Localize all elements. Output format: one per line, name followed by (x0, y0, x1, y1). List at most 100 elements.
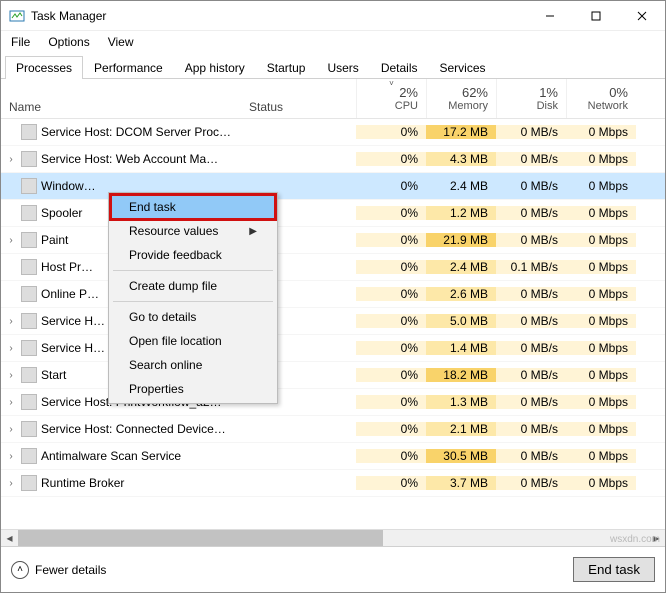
context-menu-label: Create dump file (129, 279, 217, 293)
process-name: Start (41, 368, 66, 382)
memory-cell: 2.1 MB (426, 422, 496, 436)
horizontal-scrollbar[interactable]: ◂ ▸ (1, 529, 665, 546)
menu-file[interactable]: File (11, 35, 30, 49)
cpu-cell: 0% (356, 233, 426, 247)
scroll-left-button[interactable]: ◂ (1, 530, 18, 546)
process-icon (21, 151, 37, 167)
expand-icon[interactable]: › (5, 343, 17, 354)
context-menu[interactable]: End taskResource values▶Provide feedback… (108, 192, 278, 404)
disk-cell: 0 MB/s (496, 152, 566, 166)
scroll-thumb[interactable] (18, 530, 383, 546)
memory-cell: 1.3 MB (426, 395, 496, 409)
col-header-cpu[interactable]: ˅ 2% CPU (356, 79, 426, 118)
expand-icon[interactable]: › (5, 478, 17, 489)
fewer-details-label: Fewer details (35, 563, 106, 577)
col-header-name[interactable]: Name (1, 79, 241, 118)
process-row[interactable]: ›Service H…0%5.0 MB0 MB/s0 Mbps (1, 308, 665, 335)
process-row[interactable]: ›Service Host: Connected Device…0%2.1 MB… (1, 416, 665, 443)
process-icon (21, 313, 37, 329)
context-menu-item[interactable]: Provide feedback (111, 243, 275, 267)
tab-details[interactable]: Details (370, 56, 429, 79)
close-button[interactable] (619, 1, 665, 31)
menu-view[interactable]: View (108, 35, 134, 49)
context-menu-item[interactable]: Open file location (111, 329, 275, 353)
cpu-cell: 0% (356, 449, 426, 463)
tab-startup[interactable]: Startup (256, 56, 317, 79)
process-name: Spooler (41, 206, 82, 220)
maximize-button[interactable] (573, 1, 619, 31)
context-menu-item[interactable]: Create dump file (111, 274, 275, 298)
process-name: Service H… (41, 314, 105, 328)
col-header-memory[interactable]: 62% Memory (426, 79, 496, 118)
expand-icon[interactable]: › (5, 424, 17, 435)
cpu-cell: 0% (356, 179, 426, 193)
cpu-cell: 0% (356, 152, 426, 166)
minimize-button[interactable] (527, 1, 573, 31)
process-icon (21, 421, 37, 437)
memory-cell: 5.0 MB (426, 314, 496, 328)
context-menu-label: Search online (129, 358, 202, 372)
process-row[interactable]: Window…0%2.4 MB0 MB/s0 Mbps (1, 173, 665, 200)
memory-cell: 17.2 MB (426, 125, 496, 139)
context-menu-item[interactable]: Properties (111, 377, 275, 401)
process-row[interactable]: ›Paint0%21.9 MB0 MB/s0 Mbps (1, 227, 665, 254)
tab-users[interactable]: Users (316, 56, 369, 79)
col-header-disk[interactable]: 1% Disk (496, 79, 566, 118)
process-row[interactable]: ›Service H…0%1.4 MB0 MB/s0 Mbps (1, 335, 665, 362)
process-name: Window… (41, 179, 96, 193)
process-row[interactable]: ›Antimalware Scan Service0%30.5 MB0 MB/s… (1, 443, 665, 470)
context-menu-item[interactable]: Resource values▶ (111, 219, 275, 243)
disk-cell: 0 MB/s (496, 233, 566, 247)
end-task-button[interactable]: End task (573, 557, 655, 582)
network-cell: 0 Mbps (566, 449, 636, 463)
menubar: File Options View (1, 31, 665, 53)
network-cell: 0 Mbps (566, 206, 636, 220)
tab-performance[interactable]: Performance (83, 56, 174, 79)
process-list[interactable]: Service Host: DCOM Server Proc…0%17.2 MB… (1, 119, 665, 529)
context-menu-item[interactable]: End task (111, 195, 275, 219)
process-row[interactable]: Online P…0%2.6 MB0 MB/s0 Mbps (1, 281, 665, 308)
context-menu-item[interactable]: Go to details (111, 305, 275, 329)
context-menu-item[interactable]: Search online (111, 353, 275, 377)
cpu-cell: 0% (356, 314, 426, 328)
submenu-arrow-icon: ▶ (249, 226, 257, 237)
process-row[interactable]: Service Host: DCOM Server Proc…0%17.2 MB… (1, 119, 665, 146)
network-cell: 0 Mbps (566, 395, 636, 409)
cpu-cell: 0% (356, 260, 426, 274)
menu-options[interactable]: Options (48, 35, 89, 49)
expand-icon[interactable]: › (5, 235, 17, 246)
process-row[interactable]: ›Service Host: PrintWorkflow_a2…0%1.3 MB… (1, 389, 665, 416)
col-header-network[interactable]: 0% Network (566, 79, 636, 118)
scroll-track[interactable] (18, 530, 648, 546)
network-cell: 0 Mbps (566, 368, 636, 382)
expand-icon[interactable]: › (5, 370, 17, 381)
tab-app-history[interactable]: App history (174, 56, 256, 79)
network-cell: 0 Mbps (566, 179, 636, 193)
expand-icon[interactable]: › (5, 397, 17, 408)
process-row[interactable]: Spooler0%1.2 MB0 MB/s0 Mbps (1, 200, 665, 227)
process-row[interactable]: ›Service Host: Web Account Ma…0%4.3 MB0 … (1, 146, 665, 173)
process-row[interactable]: ›Runtime Broker0%3.7 MB0 MB/s0 Mbps (1, 470, 665, 497)
disk-cell: 0 MB/s (496, 449, 566, 463)
process-row[interactable]: Host Pr…0%2.4 MB0.1 MB/s0 Mbps (1, 254, 665, 281)
disk-cell: 0 MB/s (496, 179, 566, 193)
fewer-details-button[interactable]: ˄ Fewer details (11, 561, 106, 579)
process-icon (21, 259, 37, 275)
expand-icon[interactable]: › (5, 451, 17, 462)
tab-processes[interactable]: Processes (5, 56, 83, 79)
process-icon (21, 394, 37, 410)
process-icon (21, 124, 37, 140)
expand-icon[interactable]: › (5, 154, 17, 165)
sort-indicator-icon: ˅ (389, 79, 394, 88)
process-icon (21, 340, 37, 356)
expand-icon[interactable]: › (5, 316, 17, 327)
network-cell: 0 Mbps (566, 152, 636, 166)
network-cell: 0 Mbps (566, 422, 636, 436)
process-name: Service Host: Web Account Ma… (41, 152, 218, 166)
process-row[interactable]: ›Start0%18.2 MB0 MB/s0 Mbps (1, 362, 665, 389)
watermark: wsxdn.com (610, 534, 660, 545)
col-header-status[interactable]: Status (241, 79, 356, 118)
process-name: Online P… (41, 287, 99, 301)
tab-services[interactable]: Services (429, 56, 497, 79)
context-menu-label: Properties (129, 382, 184, 396)
